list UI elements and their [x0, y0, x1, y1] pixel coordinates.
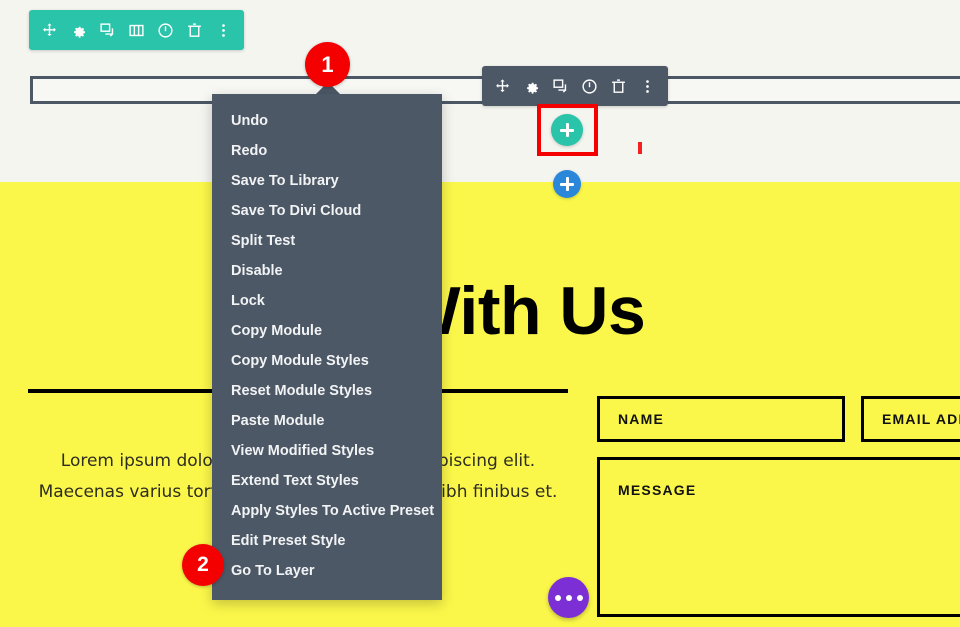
menu-item-extend-text-styles[interactable]: Extend Text Styles: [212, 466, 442, 496]
menu-item-edit-preset-style[interactable]: Edit Preset Style: [212, 526, 442, 556]
name-field-label: NAME: [618, 411, 665, 427]
message-field[interactable]: MESSAGE: [597, 457, 960, 617]
columns-icon[interactable]: [122, 10, 151, 50]
menu-item-undo[interactable]: Undo: [212, 106, 442, 136]
menu-item-apply-styles-to-preset[interactable]: Apply Styles To Active Preset: [212, 496, 442, 526]
builder-viewport: rk With Us Lorem ipsum dolor sit amet, c…: [0, 0, 960, 627]
page-title: rk With Us: [314, 273, 646, 349]
menu-item-paste-module[interactable]: Paste Module: [212, 406, 442, 436]
context-menu[interactable]: Undo Redo Save To Library Save To Divi C…: [212, 94, 442, 600]
trash-icon[interactable]: [604, 66, 633, 106]
message-field-label: MESSAGE: [618, 482, 697, 498]
gear-icon[interactable]: [64, 10, 93, 50]
menu-item-go-to-layer[interactable]: Go To Layer: [212, 556, 442, 586]
menu-item-save-to-library[interactable]: Save To Library: [212, 166, 442, 196]
trash-icon[interactable]: [180, 10, 209, 50]
menu-item-view-modified-styles[interactable]: View Modified Styles: [212, 436, 442, 466]
more-dots-icon[interactable]: [633, 66, 662, 106]
red-marker: [638, 142, 642, 154]
email-field[interactable]: EMAIL ADD: [861, 396, 960, 442]
duplicate-icon[interactable]: [546, 66, 575, 106]
power-icon[interactable]: [575, 66, 604, 106]
section-toolbar[interactable]: [29, 10, 244, 50]
more-dots-icon[interactable]: [209, 10, 238, 50]
annotation-badge-1: 1: [305, 42, 350, 87]
menu-item-save-to-divi-cloud[interactable]: Save To Divi Cloud: [212, 196, 442, 226]
menu-item-lock[interactable]: Lock: [212, 286, 442, 316]
name-field[interactable]: NAME: [597, 396, 845, 442]
ellipsis-icon: [554, 594, 561, 601]
duplicate-icon[interactable]: [93, 10, 122, 50]
move-icon[interactable]: [35, 10, 64, 50]
email-field-label: EMAIL ADD: [882, 411, 960, 427]
menu-item-redo[interactable]: Redo: [212, 136, 442, 166]
power-icon[interactable]: [151, 10, 180, 50]
menu-item-split-test[interactable]: Split Test: [212, 226, 442, 256]
menu-item-copy-module-styles[interactable]: Copy Module Styles: [212, 346, 442, 376]
gear-icon[interactable]: [517, 66, 546, 106]
add-row-button[interactable]: [553, 170, 581, 198]
ellipsis-icon: [576, 594, 583, 601]
add-module-button[interactable]: [551, 114, 583, 146]
plus-icon: [560, 123, 574, 137]
annotation-badge-2: 2: [182, 544, 224, 586]
menu-item-reset-module-styles[interactable]: Reset Module Styles: [212, 376, 442, 406]
module-toolbar[interactable]: [482, 66, 668, 106]
ellipsis-icon: [565, 594, 572, 601]
menu-item-disable[interactable]: Disable: [212, 256, 442, 286]
page-settings-button[interactable]: [548, 577, 589, 618]
move-icon[interactable]: [488, 66, 517, 106]
menu-item-copy-module[interactable]: Copy Module: [212, 316, 442, 346]
plus-icon: [560, 177, 574, 191]
